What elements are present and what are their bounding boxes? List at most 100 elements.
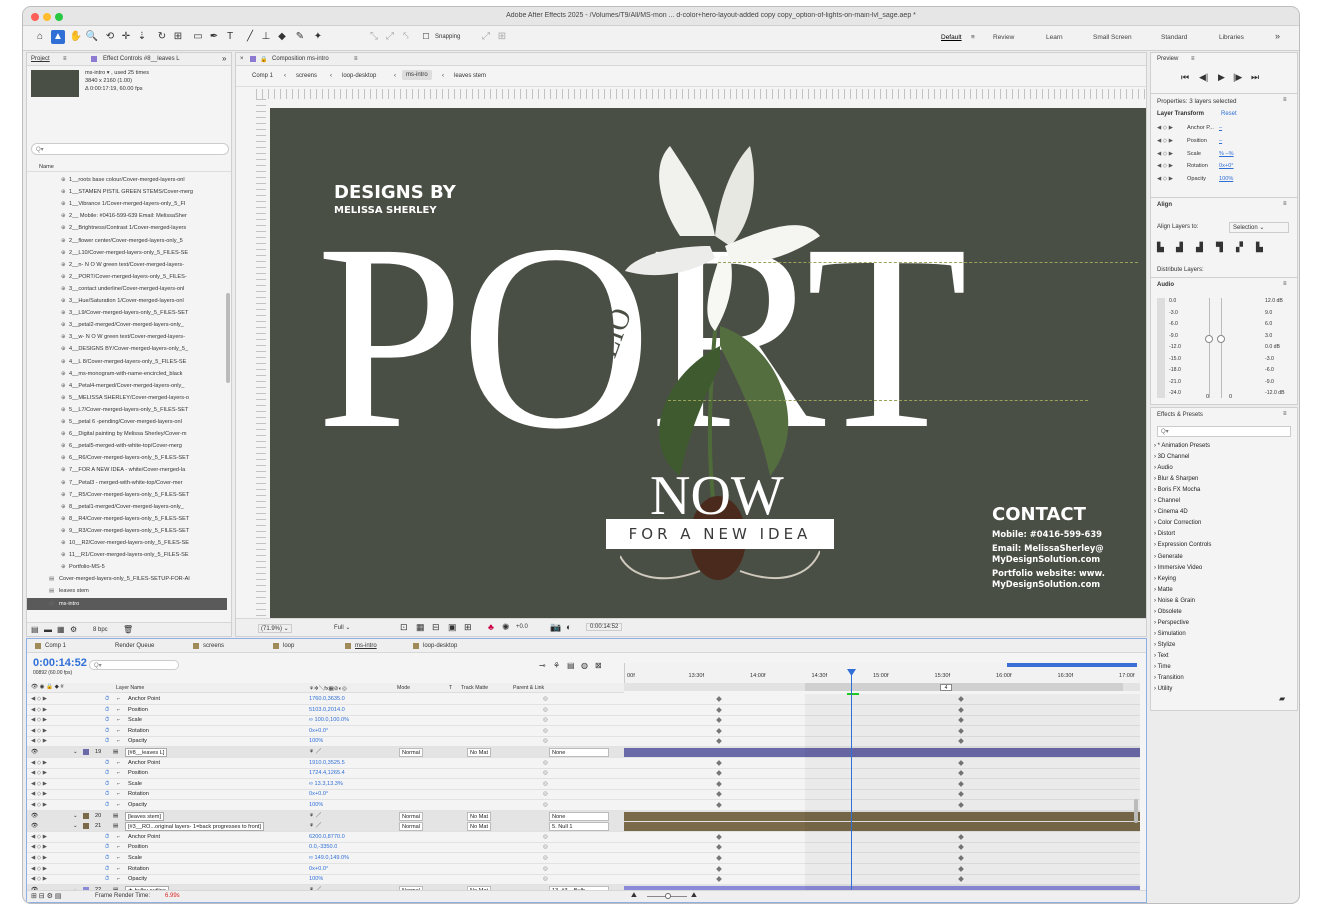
audio-slider-left[interactable] <box>1205 335 1213 343</box>
type-tool-icon[interactable]: T <box>223 30 237 44</box>
project-item[interactable]: ⊕ 2__flower center/Cover-merged-layers-on… <box>27 235 227 247</box>
composition-menu-icon[interactable]: ≡ <box>354 56 358 62</box>
effect-category[interactable]: › Boris FX Mocha <box>1154 487 1200 493</box>
effect-category[interactable]: › Perspective <box>1154 620 1189 626</box>
pen-tool-icon[interactable]: ✒ <box>207 30 221 44</box>
parent-dropdown[interactable]: 5. Null 1 <box>549 822 609 832</box>
project-item[interactable]: ⊕ 2__Brightness/Contrast 1/Cover-merged-l… <box>27 222 227 234</box>
zoom-out-icon[interactable]: ⛰ <box>631 892 637 900</box>
pickwhip-icon[interactable]: ◎ <box>543 736 548 747</box>
zoom-in-icon[interactable]: ⛰ <box>691 892 697 900</box>
property-value[interactable]: 100% <box>309 736 323 747</box>
stopwatch-icon[interactable]: ⏱ <box>105 705 109 716</box>
project-item[interactable]: ▤ Cover-merged-layers-only_5_FILES-SETUP-… <box>27 573 227 585</box>
keyframe-nav-icon[interactable]: ◀ ◇ ▶ <box>31 726 47 737</box>
project-item[interactable]: ⊕ 8__petal1-merged/Cover-merged-layers-on… <box>27 501 227 513</box>
project-item[interactable]: ⊕ 11__R1/Cover-merged-layers-only_5_FILES… <box>27 549 227 561</box>
project-item[interactable]: ⊕ 6__Digital painting by Melissa Sherley/… <box>27 428 227 440</box>
project-item[interactable]: ⊕ 5__MELISSA SHERLEY/Cover-merged-layers-… <box>27 392 227 404</box>
parent-dropdown[interactable]: None <box>549 811 609 821</box>
graph-icon[interactable]: ⌐ <box>117 874 120 885</box>
column-t[interactable]: T <box>449 685 452 691</box>
graph-icon[interactable]: ⌐ <box>117 842 120 853</box>
new-composition-icon[interactable]: ▦ <box>57 625 65 634</box>
graph-icon[interactable]: ⌐ <box>117 779 120 790</box>
property-value[interactable]: 0x+0.0° <box>309 864 328 875</box>
keyframe-nav-icon[interactable]: ◀ ◇ ▶ <box>1157 138 1173 144</box>
keyframe-nav-icon[interactable]: ◀ ◇ ▶ <box>31 705 47 716</box>
project-item[interactable]: ⊕ 8__R4/Cover-merged-layers-only_5_FILES-… <box>27 513 227 525</box>
snap-grid-icon[interactable]: ⊞ <box>495 30 509 44</box>
pickwhip-icon[interactable]: ◎ <box>543 779 548 790</box>
project-item[interactable]: ⊕ 1__Vibrance 1/Cover-merged-layers-only_… <box>27 198 227 210</box>
effect-category[interactable]: › Blur & Sharpen <box>1154 476 1198 482</box>
new-bin-icon[interactable]: ▰ <box>1279 694 1285 703</box>
pickwhip-icon[interactable]: ◎ <box>543 768 548 779</box>
region-of-interest-icon[interactable]: ⊡ <box>400 622 408 633</box>
interpret-footage-icon[interactable]: ▤ <box>31 625 39 634</box>
project-item[interactable]: ▤ leaves stem <box>27 585 227 597</box>
effects-menu-icon[interactable]: ≡ <box>1283 411 1287 417</box>
graph-icon[interactable]: ⌐ <box>117 758 120 769</box>
selection-tool-icon[interactable]: ▲ <box>51 30 65 44</box>
new-folder-icon[interactable]: ▬ <box>44 625 52 634</box>
keyframe-nav-icon[interactable]: ◀ ◇ ▶ <box>31 874 47 885</box>
align-left-icon[interactable]: ▙ <box>1157 242 1164 253</box>
eraser-tool-icon[interactable]: ◆ <box>275 30 289 44</box>
puppet-tool-icon[interactable]: ✦ <box>311 30 325 44</box>
keyframe-icon[interactable] <box>716 791 722 798</box>
align-hcenter-icon[interactable]: ▟ <box>1176 242 1183 253</box>
keyframe-icon[interactable] <box>716 802 722 808</box>
mode-dropdown[interactable]: Normal <box>399 748 424 757</box>
orbit-tool-icon[interactable]: ⟲ <box>103 30 117 44</box>
keyframe-icon[interactable] <box>716 876 722 883</box>
effect-category[interactable]: › Color Correction <box>1154 520 1201 526</box>
effect-category[interactable]: › Generate <box>1154 554 1183 560</box>
zoom-tool-icon[interactable]: 🔍 <box>85 30 99 44</box>
stopwatch-icon[interactable]: ⏱ <box>105 842 109 853</box>
properties-menu-icon[interactable]: ≡ <box>1283 97 1287 103</box>
property-value[interactable]: 100% <box>309 874 323 885</box>
graph-icon[interactable]: ⌐ <box>117 832 120 843</box>
workspace-standard[interactable]: Standard <box>1161 34 1187 41</box>
keyframe-nav-icon[interactable]: ◀ ◇ ▶ <box>31 736 47 747</box>
project-scrollbar[interactable] <box>226 293 230 383</box>
audio-menu-icon[interactable]: ≡ <box>1283 281 1287 287</box>
effect-category[interactable]: › Obsolete <box>1154 609 1182 615</box>
resolution-dropdown[interactable]: Full ⌄ <box>334 624 350 631</box>
view-layout-icon[interactable]: ▣ <box>448 622 457 633</box>
reset-transform-button[interactable]: Reset <box>1221 111 1237 117</box>
graph-icon[interactable]: ⌐ <box>117 789 120 800</box>
breadcrumb-leaves-stem[interactable]: leaves stem <box>454 73 486 79</box>
local-axis-icon[interactable]: ⤡ <box>367 30 381 44</box>
timeline-tab[interactable]: ms-intro <box>355 643 377 649</box>
pickwhip-icon[interactable]: ◎ <box>543 864 548 875</box>
project-item[interactable]: ⊕ 6__R6/Cover-merged-layers-only_5_FILES-… <box>27 452 227 464</box>
timeline-scrollbar[interactable] <box>1134 799 1138 823</box>
project-item[interactable]: ⊕ 2__n- N O W green text/Cover-merged-lay… <box>27 259 227 271</box>
time-navigator[interactable] <box>1007 663 1137 667</box>
label-color-swatch[interactable] <box>83 823 89 830</box>
lock-icon[interactable]: 🔒 <box>260 56 267 63</box>
world-axis-icon[interactable]: ⤢ <box>383 30 397 44</box>
keyframe-nav-icon[interactable]: ◀ ◇ ▶ <box>31 768 47 779</box>
tab-effect-controls[interactable]: Effect Controls #8__leaves L <box>103 56 180 62</box>
effect-category[interactable]: › Simulation <box>1154 631 1186 637</box>
home-icon[interactable]: ⌂ <box>33 30 47 44</box>
timeline-tab[interactable]: Comp 1 <box>45 643 66 649</box>
panel-overflow-icon[interactable]: » <box>222 54 226 63</box>
project-item[interactable]: ⊕ 5__petal 6 -pending/Cover-merged-layers… <box>27 416 227 428</box>
timeline-timecode[interactable]: 0:00:14:52 <box>33 657 87 669</box>
project-item[interactable]: ▤ ms-intro <box>27 597 227 610</box>
graph-icon[interactable]: ⌐ <box>117 705 120 716</box>
twirl-icon[interactable]: ⌄ <box>73 747 78 758</box>
graph-icon[interactable]: ⌐ <box>117 853 120 864</box>
keyframe-nav-icon[interactable]: ◀ ◇ ▶ <box>31 800 47 811</box>
property-value[interactable]: 0x+0.0° <box>309 726 328 737</box>
breadcrumb-ms-intro[interactable]: ms-intro <box>402 70 432 80</box>
mode-dropdown[interactable]: Normal <box>399 822 424 832</box>
project-item[interactable]: ⊕ 4__Petal4-merged/Cover-merged-layers-on… <box>27 380 227 392</box>
layer-name[interactable]: [#8__leaves L] <box>125 748 168 757</box>
project-item[interactable]: ⊕ 7__Petal3 - merged-with-white-top/Cover… <box>27 477 227 489</box>
graph-icon[interactable]: ⌐ <box>117 800 120 811</box>
